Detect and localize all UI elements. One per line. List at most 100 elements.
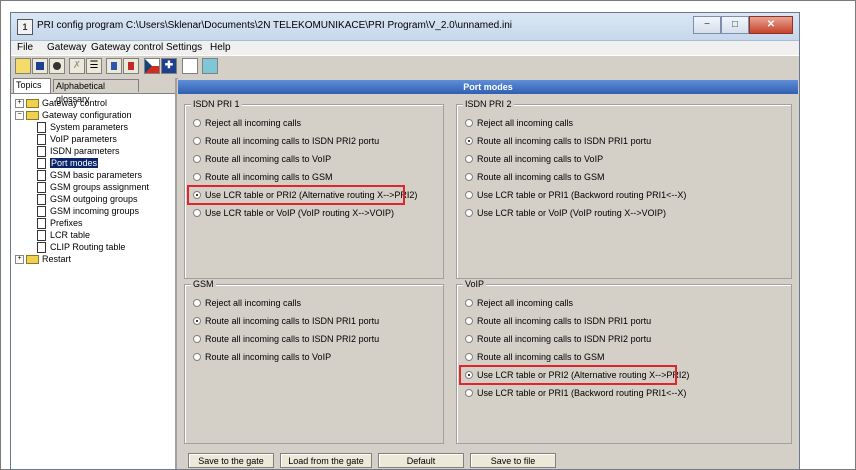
radio-option[interactable]: Route all incoming calls to GSM xyxy=(465,350,605,364)
tree-item-label: Port modes xyxy=(50,158,99,168)
radio-icon[interactable] xyxy=(193,334,201,343)
menu-gateway-control[interactable]: Gateway control xyxy=(91,42,163,53)
tree-item-restart[interactable]: + Restart xyxy=(15,253,71,265)
document-icon xyxy=(37,230,46,242)
list-icon[interactable]: ☰ xyxy=(86,58,102,74)
radio-icon[interactable] xyxy=(193,118,201,127)
maximize-button[interactable]: □ xyxy=(721,16,749,34)
title-bar[interactable]: 1 PRI config program C:\Users\Sklenar\Do… xyxy=(11,13,799,41)
tree-item-label: Restart xyxy=(42,254,72,264)
tree-item-voip-parameters[interactable]: VoIP parameters xyxy=(37,133,117,146)
close-button[interactable]: ✕ xyxy=(749,16,793,34)
collapse-icon[interactable]: − xyxy=(15,111,24,121)
default-button[interactable]: Default xyxy=(378,453,464,468)
radio-icon[interactable] xyxy=(193,208,201,217)
radio-icon[interactable] xyxy=(193,298,201,307)
save-to-gate-button[interactable]: Save to the gate xyxy=(188,453,274,468)
tree-item-gsm-groups-assignment[interactable]: GSM groups assignment xyxy=(37,181,149,194)
tree-item-label: CLIP Routing table xyxy=(50,242,126,252)
radio-icon[interactable] xyxy=(465,190,473,199)
radio-icon[interactable] xyxy=(465,316,473,325)
tree-item-port-modes[interactable]: Port modes xyxy=(37,157,99,170)
tree-item-gsm-incoming-groups[interactable]: GSM incoming groups xyxy=(37,205,139,218)
radio-icon[interactable] xyxy=(465,118,473,127)
download-icon[interactable] xyxy=(123,58,139,74)
radio-icon[interactable] xyxy=(193,352,201,361)
tree-item-gateway-configuration[interactable]: − Gateway configuration xyxy=(15,109,132,121)
about-icon[interactable] xyxy=(182,58,198,74)
tree-item-gsm-outgoing-groups[interactable]: GSM outgoing groups xyxy=(37,193,138,206)
group-label: ISDN PRI 1 xyxy=(191,99,242,109)
radio-option[interactable]: Use LCR table or PRI2 (Alternative routi… xyxy=(193,188,417,202)
book-icon[interactable] xyxy=(202,58,218,74)
radio-option[interactable]: Use LCR table or PRI1 (Backword routing … xyxy=(465,188,686,202)
radio-option[interactable]: Use LCR table or PRI1 (Backword routing … xyxy=(465,386,686,400)
radio-option[interactable]: Reject all incoming calls xyxy=(465,296,573,310)
save-icon[interactable] xyxy=(32,58,48,74)
radio-icon[interactable] xyxy=(465,352,473,361)
radio-icon[interactable] xyxy=(465,298,473,307)
radio-option[interactable]: Route all incoming calls to VoIP xyxy=(193,152,331,166)
tree-item-label: GSM basic parameters xyxy=(50,170,143,180)
radio-icon[interactable] xyxy=(465,172,473,181)
radio-option[interactable]: Route all incoming calls to VoIP xyxy=(193,350,331,364)
disconnect-icon[interactable]: ✗ xyxy=(69,58,85,74)
radio-option[interactable]: Reject all incoming calls xyxy=(465,116,573,130)
open-icon[interactable] xyxy=(15,58,31,74)
radio-option[interactable]: Reject all incoming calls xyxy=(193,296,301,310)
tree-item-label: ISDN parameters xyxy=(50,146,120,156)
tab-topics[interactable]: Topics xyxy=(13,78,51,93)
tree-item-system-parameters[interactable]: System parameters xyxy=(37,121,128,134)
radio-icon[interactable] xyxy=(465,154,473,163)
radio-option[interactable]: Route all incoming calls to ISDN PRI2 po… xyxy=(193,134,379,148)
radio-option[interactable]: Route all incoming calls to GSM xyxy=(465,170,605,184)
menu-gateway[interactable]: Gateway xyxy=(47,42,86,53)
radio-icon[interactable] xyxy=(193,172,201,181)
tree-item-clip-routing-table[interactable]: CLIP Routing table xyxy=(37,241,126,254)
tree-item-label: VoIP parameters xyxy=(50,134,117,144)
radio-icon[interactable] xyxy=(465,334,473,343)
radio-selected-icon[interactable] xyxy=(465,136,473,145)
radio-option[interactable]: Reject all incoming calls xyxy=(193,116,301,130)
tree-item-gateway-control[interactable]: + Gateway control xyxy=(15,97,107,109)
menu-settings[interactable]: Settings xyxy=(166,42,202,53)
load-from-gate-button[interactable]: Load from the gate xyxy=(280,453,372,468)
expand-icon[interactable]: + xyxy=(15,255,24,265)
radio-selected-icon[interactable] xyxy=(193,190,201,199)
group-voip: VoIP Reject all incoming calls Route all… xyxy=(456,279,792,444)
tab-alphabetical-glossary[interactable]: Alphabetical glossary xyxy=(53,79,139,104)
radio-option[interactable]: Route all incoming calls to ISDN PRI2 po… xyxy=(465,332,651,346)
group-isdn-pri1: ISDN PRI 1 Reject all incoming calls Rou… xyxy=(184,99,444,279)
radio-option[interactable]: Use LCR table or VoIP (VoIP routing X-->… xyxy=(193,206,394,220)
save-to-file-button[interactable]: Save to file xyxy=(470,453,556,468)
radio-option[interactable]: Route all incoming calls to ISDN PRI1 po… xyxy=(465,314,651,328)
radio-option[interactable]: Use LCR table or VoIP (VoIP routing X-->… xyxy=(465,206,666,220)
document-icon xyxy=(37,218,46,230)
radio-option[interactable]: Use LCR table or PRI2 (Alternative routi… xyxy=(465,368,689,382)
radio-icon[interactable] xyxy=(465,388,473,397)
tree-item-label: LCR table xyxy=(50,230,91,240)
menu-file[interactable]: File xyxy=(17,42,33,53)
tree-item-gsm-basic-parameters[interactable]: GSM basic parameters xyxy=(37,169,143,182)
radio-icon[interactable] xyxy=(193,136,201,145)
expand-icon[interactable]: + xyxy=(15,99,24,109)
upload-icon[interactable] xyxy=(106,58,122,74)
uk-flag-icon[interactable]: ✚ xyxy=(161,58,177,74)
radio-selected-icon[interactable] xyxy=(465,370,473,379)
minimize-button[interactable]: − xyxy=(693,16,721,34)
menu-help[interactable]: Help xyxy=(210,42,231,53)
tree-item-isdn-parameters[interactable]: ISDN parameters xyxy=(37,145,120,158)
radio-option[interactable]: Route all incoming calls to GSM xyxy=(193,170,333,184)
radio-icon[interactable] xyxy=(193,154,201,163)
czech-flag-icon[interactable] xyxy=(144,58,160,74)
radio-option[interactable]: Route all incoming calls to ISDN PRI2 po… xyxy=(193,332,379,346)
radio-option[interactable]: Route all incoming calls to ISDN PRI1 po… xyxy=(465,134,651,148)
tree-item-label: GSM outgoing groups xyxy=(50,194,138,204)
tree-item-prefixes[interactable]: Prefixes xyxy=(37,217,83,230)
radio-option[interactable]: Route all incoming calls to ISDN PRI1 po… xyxy=(193,314,379,328)
disk-icon[interactable] xyxy=(49,58,65,74)
radio-option[interactable]: Route all incoming calls to VoIP xyxy=(465,152,603,166)
tree-item-lcr-table[interactable]: LCR table xyxy=(37,229,91,242)
radio-selected-icon[interactable] xyxy=(193,316,201,325)
radio-icon[interactable] xyxy=(465,208,473,217)
